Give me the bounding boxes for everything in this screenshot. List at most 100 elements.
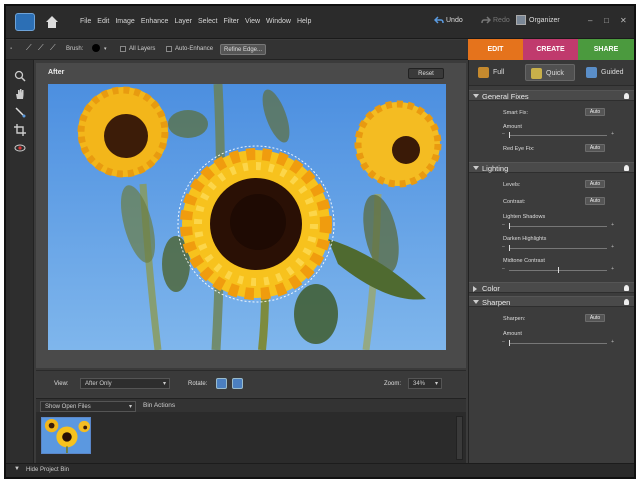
- tip-bulb-icon[interactable]: [624, 93, 629, 99]
- sunflower-photo[interactable]: [48, 84, 446, 350]
- app-window: File Edit Image Enhance Layer Select Fil…: [4, 4, 636, 479]
- close-button[interactable]: ✕: [620, 16, 627, 25]
- tip-bulb-icon[interactable]: [624, 285, 629, 291]
- sharpen-amount-label: Amount: [503, 331, 522, 337]
- edit-quick-button[interactable]: Quick: [525, 64, 575, 81]
- slider-thumb[interactable]: [558, 267, 559, 273]
- red-eye-auto-button[interactable]: Auto: [585, 144, 605, 152]
- tab-create[interactable]: CREATE: [523, 39, 578, 60]
- menu-help[interactable]: Help: [297, 18, 311, 25]
- section-sharpen[interactable]: Sharpen: [469, 296, 634, 307]
- slider-thumb[interactable]: [509, 223, 510, 229]
- midtone-contrast-slider[interactable]: – +: [502, 266, 614, 273]
- app-logo-icon: [15, 13, 35, 31]
- view-bar: View: After Only ▾ Rotate: Zoom: 34% ▾: [36, 370, 466, 396]
- section-color[interactable]: Color: [469, 282, 634, 293]
- show-files-dropdown[interactable]: Show Open Files ▾: [40, 401, 136, 412]
- darken-highlights-slider[interactable]: – +: [502, 244, 614, 251]
- smart-fix-label: Smart Fix:: [503, 110, 529, 116]
- hand-tool-icon[interactable]: [14, 88, 26, 100]
- add-selection-icon[interactable]: ⟋: [38, 43, 44, 53]
- subtract-selection-icon[interactable]: ⟋: [50, 43, 56, 53]
- sharpen-amount-slider[interactable]: – +: [502, 339, 614, 346]
- minimize-button[interactable]: –: [588, 16, 592, 25]
- zoom-tool-icon[interactable]: [14, 70, 26, 82]
- menu-window[interactable]: Window: [266, 18, 291, 25]
- undo-button[interactable]: Undo: [446, 17, 463, 24]
- slider-thumb[interactable]: [509, 245, 510, 251]
- quick-fix-panel: Full Quick Guided General Fixes Smart Fi…: [468, 60, 634, 463]
- collapse-icon: [473, 300, 479, 304]
- organizer-button[interactable]: Organizer: [529, 17, 560, 24]
- section-title: Sharpen: [482, 298, 511, 307]
- project-bin: [36, 412, 466, 463]
- status-bar: ▼ Hide Project Bin: [6, 463, 634, 477]
- tip-bulb-icon[interactable]: [624, 165, 629, 171]
- lighten-shadows-slider[interactable]: – +: [502, 222, 614, 229]
- restore-button[interactable]: □: [604, 16, 609, 25]
- rotate-right-button[interactable]: [232, 378, 243, 389]
- redo-button[interactable]: Redo: [493, 17, 510, 24]
- bin-thumbnail[interactable]: [41, 417, 91, 454]
- brush-dropdown-icon[interactable]: ▾: [104, 46, 107, 52]
- home-icon[interactable]: [44, 14, 60, 30]
- brush-label: Brush:: [66, 46, 84, 52]
- quick-selection-icon[interactable]: ⟋: [26, 43, 32, 53]
- menu-filter[interactable]: Filter: [223, 18, 239, 25]
- hide-bin-icon[interactable]: ▼: [14, 466, 20, 472]
- redo-icon[interactable]: [481, 16, 491, 25]
- edit-full-label: Full: [493, 69, 505, 76]
- bin-actions-button[interactable]: Bin Actions: [143, 402, 175, 409]
- menu-layer[interactable]: Layer: [174, 18, 192, 25]
- undo-icon[interactable]: [434, 16, 444, 25]
- slider-thumb[interactable]: [509, 340, 510, 346]
- sharpen-label: Sharpen:: [503, 316, 526, 322]
- section-general-fixes[interactable]: General Fixes: [469, 90, 634, 101]
- reset-button[interactable]: Reset: [408, 68, 444, 79]
- menu-select[interactable]: Select: [198, 18, 217, 25]
- smart-fix-amount-label: Amount: [503, 124, 522, 130]
- sharpen-auto-button[interactable]: Auto: [585, 314, 605, 322]
- toolbox: [6, 60, 34, 463]
- levels-auto-button[interactable]: Auto: [585, 180, 605, 188]
- bin-scrollbar[interactable]: [456, 416, 463, 460]
- project-bin-bar: Show Open Files ▾ Bin Actions: [36, 398, 466, 412]
- smart-fix-amount-slider[interactable]: – +: [502, 131, 614, 138]
- view-dropdown-value: After Only: [85, 381, 112, 387]
- smart-fix-auto-button[interactable]: Auto: [585, 108, 605, 116]
- chevron-down-icon: ▾: [162, 381, 166, 387]
- view-dropdown[interactable]: After Only ▾: [80, 378, 170, 389]
- view-label: View:: [54, 381, 69, 387]
- edit-guided-button[interactable]: Guided: [581, 64, 631, 81]
- menu-view[interactable]: View: [245, 18, 260, 25]
- crop-tool-icon[interactable]: [14, 124, 26, 136]
- contrast-auto-button[interactable]: Auto: [585, 197, 605, 205]
- brush-preview-icon[interactable]: [92, 44, 100, 52]
- section-lighting[interactable]: Lighting: [469, 162, 634, 173]
- options-grip-icon: ▪: [10, 46, 13, 52]
- hide-project-bin-button[interactable]: Hide Project Bin: [26, 467, 69, 473]
- red-eye-tool-icon[interactable]: [14, 142, 26, 154]
- menu-image[interactable]: Image: [115, 18, 134, 25]
- auto-enhance-checkbox[interactable]: [166, 46, 172, 52]
- zoom-field[interactable]: 34% ▾: [408, 378, 442, 389]
- menu-file[interactable]: File: [80, 18, 91, 25]
- slider-thumb[interactable]: [509, 132, 510, 138]
- edit-quick-label: Quick: [546, 70, 564, 77]
- menu-edit[interactable]: Edit: [97, 18, 109, 25]
- tab-share[interactable]: SHARE: [578, 39, 634, 60]
- edit-full-button[interactable]: Full: [473, 64, 523, 81]
- rotate-left-button[interactable]: [216, 378, 227, 389]
- collapse-icon: [473, 94, 479, 98]
- all-layers-checkbox[interactable]: [120, 46, 126, 52]
- chevron-down-icon: ▾: [128, 404, 132, 410]
- tab-edit[interactable]: EDIT: [468, 39, 523, 60]
- tip-bulb-icon[interactable]: [624, 299, 629, 305]
- zoom-value: 34%: [413, 381, 426, 387]
- organizer-icon[interactable]: [516, 15, 526, 25]
- refine-edge-button[interactable]: Refine Edge...: [220, 44, 266, 55]
- document-window: After Reset: [36, 63, 466, 368]
- quick-selection-tool-icon[interactable]: [14, 106, 26, 118]
- menu-enhance[interactable]: Enhance: [141, 18, 169, 25]
- chevron-down-icon: ▾: [434, 381, 438, 387]
